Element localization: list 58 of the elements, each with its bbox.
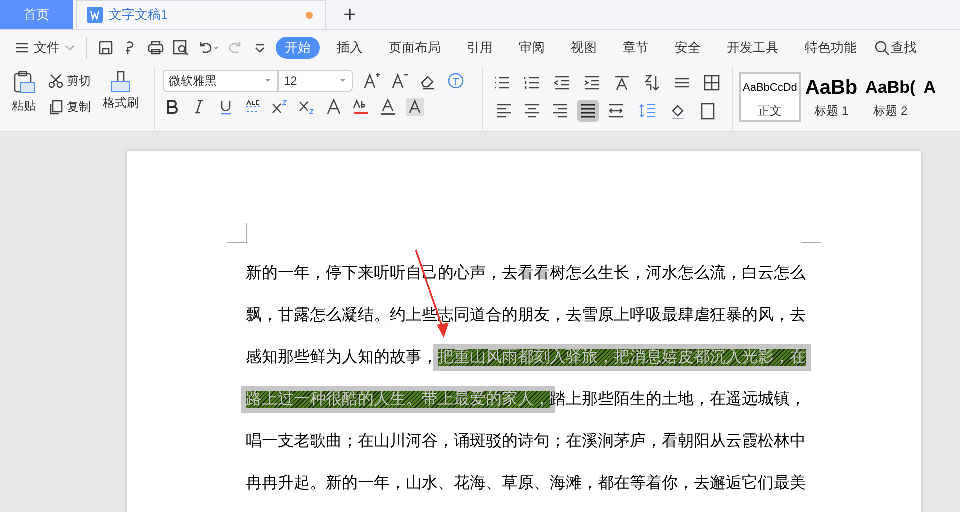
scissors-icon[interactable] — [48, 73, 64, 89]
save-icon[interactable] — [97, 39, 115, 57]
highlight-icon[interactable] — [352, 98, 370, 116]
ribbon-tab[interactable]: 审阅 — [510, 37, 554, 59]
phonetic-icon[interactable] — [447, 72, 465, 90]
format-painter-button[interactable]: 格式刷 — [103, 66, 139, 130]
ribbon-tab[interactable]: 安全 — [666, 37, 710, 59]
grow-font-icon[interactable] — [363, 72, 381, 90]
corner-mark — [227, 223, 247, 245]
document-tab[interactable]: 文字文稿1 — [76, 0, 326, 29]
ribbon-tab[interactable]: 章节 — [614, 37, 658, 59]
align-justify-button[interactable] — [577, 100, 599, 122]
superscript-icon[interactable] — [271, 98, 289, 116]
clipboard-icon[interactable] — [12, 70, 36, 94]
increase-indent-icon[interactable] — [583, 74, 601, 92]
border-icon[interactable] — [699, 102, 717, 120]
ribbon-tab[interactable]: 页面布局 — [380, 37, 450, 59]
dropdown-arrow-icon[interactable] — [339, 77, 347, 85]
corner-mark — [801, 223, 821, 245]
ribbon-tab[interactable]: 特色功能 — [796, 37, 866, 59]
table-icon[interactable] — [703, 74, 721, 92]
font-size-field[interactable]: 12 — [278, 70, 353, 92]
preview-icon[interactable] — [172, 39, 190, 57]
character-shading-icon[interactable] — [406, 98, 424, 116]
file-menu[interactable]: 文件 — [34, 38, 76, 58]
text-direction-icon[interactable] — [613, 74, 631, 92]
ribbon-tab[interactable]: 引用 — [458, 37, 502, 59]
text-line: 冉冉升起。新的一年，山水、花海、草原、海滩，都在等着你，去邂逅它们最美 — [246, 474, 807, 494]
new-tab-button[interactable]: + — [338, 0, 362, 29]
numbered-list-icon[interactable] — [523, 74, 541, 92]
text-line: 感知那些鲜为人知的故事，把重山风雨都刻入驿旅，把消息嬉皮都沉入光影，在 — [246, 348, 807, 368]
paragraph-spacing-icon[interactable] — [639, 102, 657, 120]
font-name-field[interactable]: 微软雅黑 — [163, 70, 278, 92]
tab-label: 文字文稿1 — [109, 6, 170, 24]
ribbon-tab[interactable]: 视图 — [562, 37, 606, 59]
copy-button[interactable]: 复制 — [48, 98, 91, 116]
search-button[interactable]: 查找 — [874, 38, 917, 58]
text-line: 唱一支老歌曲；在山川河谷，诵斑驳的诗句；在溪涧茅庐，看朝阳从云霞松林中 — [246, 432, 807, 452]
font-color-icon[interactable] — [379, 98, 397, 116]
document-icon[interactable] — [87, 7, 103, 23]
text-effect-icon[interactable] — [325, 98, 343, 116]
ribbon-tab[interactable]: 开发工具 — [718, 37, 788, 59]
style-preset[interactable]: AaBb( 标题 2 — [862, 72, 920, 122]
search-icon[interactable] — [874, 40, 890, 56]
sort-icon[interactable] — [643, 74, 661, 92]
ribbon-tab[interactable]: 插入 — [328, 37, 372, 59]
copy-icon[interactable] — [48, 99, 64, 115]
style-preset[interactable]: AaBbCcDd 正文 — [739, 72, 802, 122]
cut-button[interactable]: 剪切 — [48, 72, 91, 90]
text-line: 路上过一种很酷的人生。带上最爱的家人，踏上那些陌生的土地，在遥远城镇， — [246, 390, 807, 410]
decrease-indent-icon[interactable] — [553, 74, 571, 92]
style-preset[interactable]: A — [920, 72, 940, 122]
paste-button[interactable]: 粘贴 — [12, 66, 36, 130]
style-preset[interactable]: AaBb 标题 1 — [801, 72, 862, 122]
shrink-font-icon[interactable] — [391, 72, 409, 90]
dropdown-arrow-icon[interactable] — [264, 77, 272, 85]
brush-icon[interactable] — [109, 70, 133, 94]
print-icon[interactable] — [147, 39, 165, 57]
